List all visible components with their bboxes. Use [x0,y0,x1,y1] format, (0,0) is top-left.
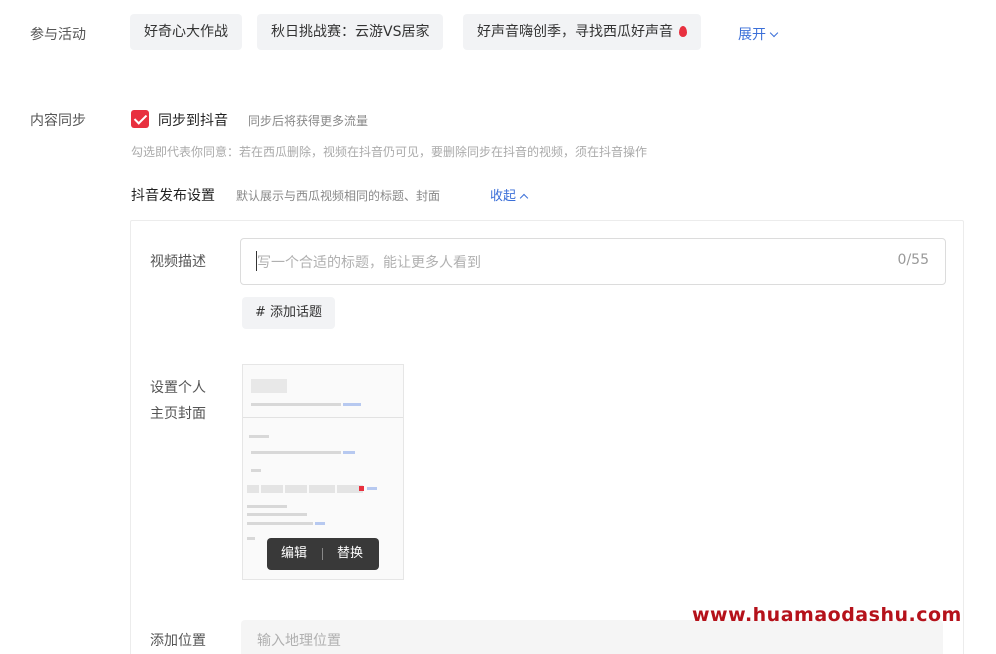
video-desc-counter: 0/55 [897,252,929,268]
activity-chip-curiosity[interactable]: 好奇心大作战 [130,14,242,50]
cover-label-line1: 设置个人 [150,380,206,396]
cover-thumb-block [251,379,287,393]
cover-thumb-line [247,513,307,516]
chevron-down-icon [769,28,779,38]
cover-thumb-chip [261,485,283,493]
cover-thumb-chip [285,485,307,493]
collapse-link[interactable]: 收起 [490,185,529,204]
video-desc-label: 视频描述 [150,254,206,270]
cover-thumb-line [247,505,287,508]
cover-toolbar: 编辑 替换 [267,538,379,570]
expand-link[interactable]: 展开 [738,24,779,44]
cover-thumb-accent [343,403,361,406]
cover-thumb-accent [343,451,355,454]
sync-douyin-checkbox[interactable] [131,110,149,128]
location-placeholder: 输入地理位置 [257,633,341,649]
sync-douyin-label[interactable]: 同步到抖音 [158,110,228,130]
expand-label: 展开 [738,27,766,43]
cover-toolbar-divider [322,548,323,560]
cover-label-line2: 主页封面 [150,406,206,422]
watermark: www.huamaodashu.com [692,604,962,626]
cover-thumb-line [251,403,341,406]
activity-chip-autumn[interactable]: 秋日挑战赛：云游VS居家 [257,14,444,50]
douyin-settings-title: 抖音发布设置 [131,188,215,204]
collapse-label: 收起 [490,189,517,204]
cover-thumb-dot [359,486,364,491]
douyin-settings-hint: 默认展示与西瓜视频相同的标题、封面 [236,189,441,203]
cover-thumb-line [247,522,313,525]
activity-label: 参与活动 [30,27,86,43]
cover-thumb-line [249,435,269,438]
sync-note: 勾选即代表你同意：若在西瓜删除，视频在抖音仍可见，要删除同步在抖音的视频，须在抖… [131,145,648,159]
cover-thumb-line [247,537,255,540]
cover-thumb-line [251,469,261,472]
location-label: 添加位置 [150,633,206,649]
sync-hint: 同步后将获得更多流量 [248,114,369,128]
cover-thumb-chip [309,485,335,493]
activity-chip-voice[interactable]: 好声音嗨创季，寻找西瓜好声音 [463,14,701,50]
cover-edit-button[interactable]: 编辑 [281,538,307,570]
activity-chip-voice-label: 好声音嗨创季，寻找西瓜好声音 [477,24,673,40]
chevron-up-icon [519,193,529,203]
cover-thumb-divider [243,417,403,418]
cover-replace-button[interactable]: 替换 [337,538,363,570]
cover-thumb-accent [315,522,325,525]
add-topic-button[interactable]: # 添加话题 [242,297,336,329]
video-desc-placeholder: 写一个合适的标题，能让更多人看到 [257,255,481,271]
cover-thumb-line [251,451,341,454]
fire-icon [679,26,687,37]
cover-thumb-accent [367,487,377,490]
sync-label: 内容同步 [30,113,86,129]
video-desc-input[interactable]: 写一个合适的标题，能让更多人看到 0/55 [240,238,946,285]
cover-thumb-chip [247,485,259,493]
